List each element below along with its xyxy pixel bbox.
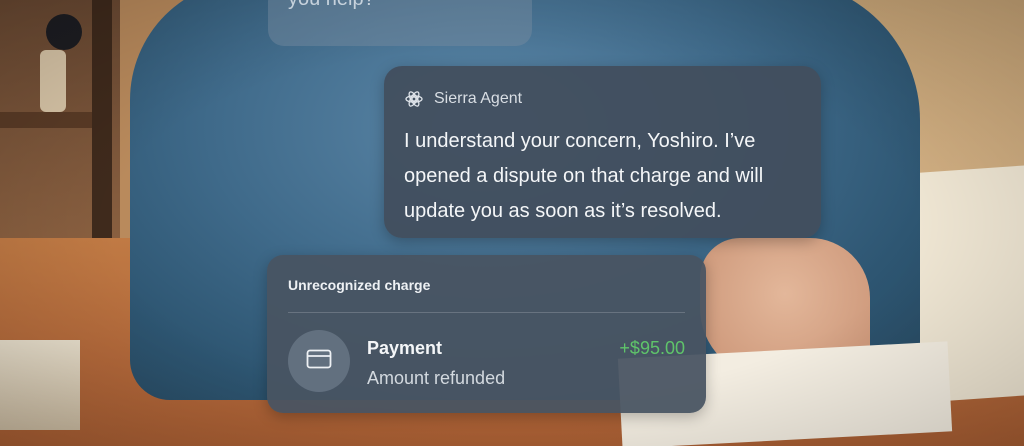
charge-item-sublabel: Amount refunded — [367, 368, 506, 388]
charge-card-title: Unrecognized charge — [288, 277, 431, 293]
agent-message-text: I understand your concern, Yoshiro. I’ve… — [404, 130, 764, 222]
agent-message-header: Sierra Agent — [404, 88, 522, 110]
agent-message-bubble: Sierra Agent I understand your concern, … — [384, 66, 821, 238]
charge-item-amount: +$95.00 — [619, 338, 685, 358]
agent-name: Sierra Agent — [434, 90, 523, 107]
charge-item-label: Payment — [367, 338, 443, 358]
charge-item-icon-circle — [288, 330, 350, 392]
sierra-logo-icon — [404, 89, 424, 109]
credit-card-icon — [306, 349, 332, 374]
previous-message-bubble: you help? — [268, 0, 532, 46]
previous-message-text: you help? — [288, 0, 375, 11]
charge-card[interactable]: Unrecognized charge Payment Amount refun… — [267, 255, 706, 413]
chat-scene: you help? Sierra Agent I understand your… — [0, 0, 1024, 446]
charge-card-divider — [288, 312, 685, 313]
